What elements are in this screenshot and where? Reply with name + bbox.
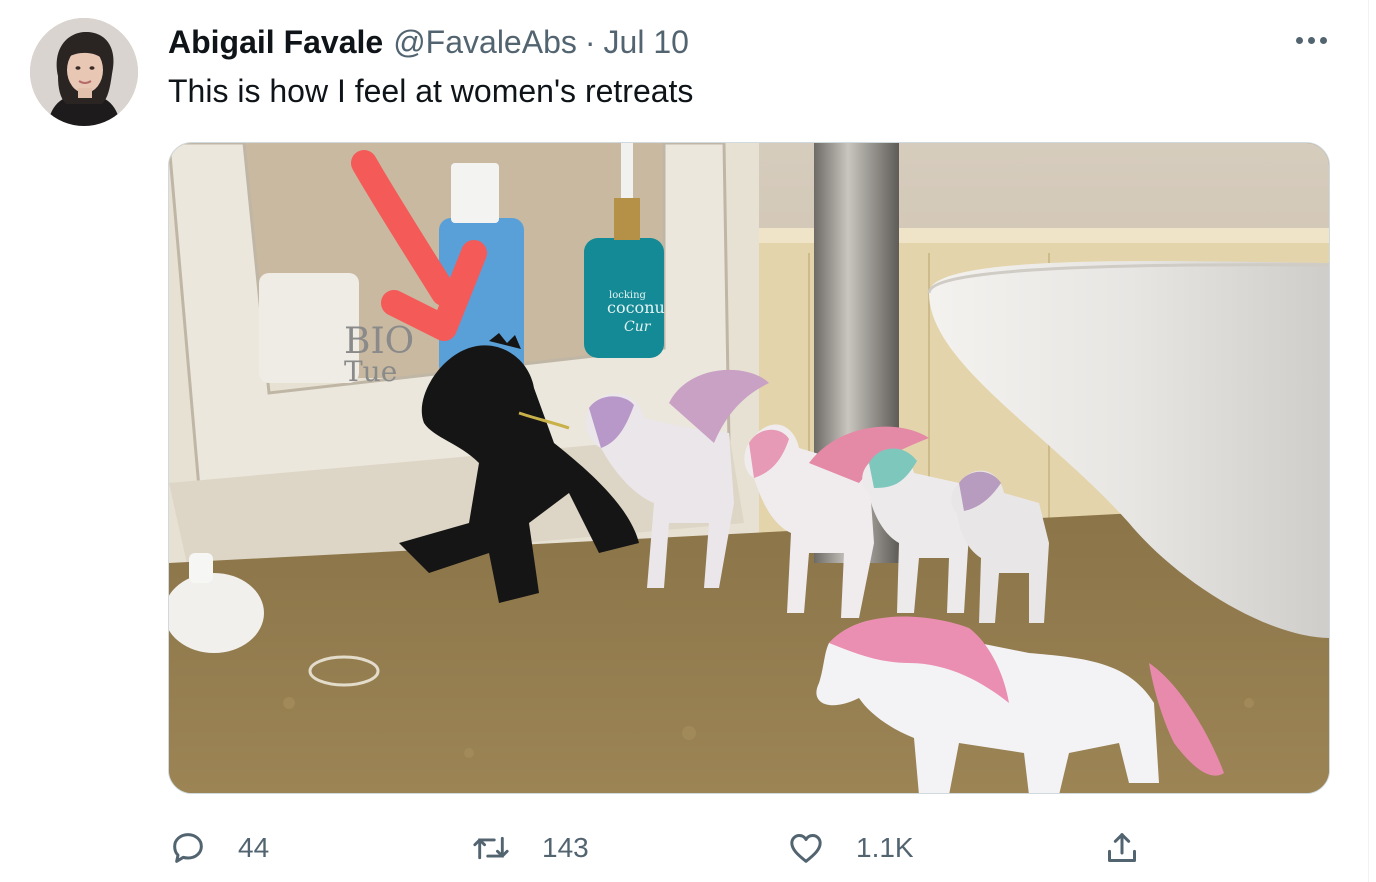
tweet-actions: 44 143 1.1K (168, 822, 1168, 874)
author-handle[interactable]: @FavaleAbs (393, 24, 577, 61)
column-divider (1368, 0, 1369, 882)
bottle-label-tue: Tue (344, 355, 397, 388)
photo-illustration: BIO Tue locking coconu Cur (169, 143, 1329, 793)
retweet-button[interactable]: 143 (470, 822, 589, 874)
share-upload-icon (1102, 828, 1142, 868)
tweet-header: Abigail Favale @FavaleAbs · Jul 10 (168, 20, 689, 64)
heart-icon (786, 828, 826, 868)
author-avatar[interactable] (30, 18, 138, 126)
more-horizontal-icon[interactable] (1288, 26, 1334, 54)
like-button[interactable]: 1.1K (786, 822, 914, 874)
reply-bubble-icon (168, 828, 208, 868)
tweet-media-image[interactable]: BIO Tue locking coconu Cur (168, 142, 1330, 794)
header-separator: · (584, 23, 596, 60)
retweet-count: 143 (542, 832, 589, 863)
tweet-date[interactable]: Jul 10 (604, 24, 689, 61)
tweet-text: This is how I feel at women's retreats (168, 73, 694, 109)
reply-count: 44 (238, 832, 270, 863)
retweet-icon (470, 828, 512, 868)
avatar-photo (30, 18, 138, 126)
author-name[interactable]: Abigail Favale (168, 24, 383, 61)
bottle-label-cur: Cur (624, 319, 652, 335)
reply-button[interactable]: 44 (168, 822, 269, 874)
like-count: 1.1K (856, 832, 914, 863)
share-button[interactable] (1102, 822, 1142, 874)
bottle-label-coconut: coconu (607, 298, 665, 317)
